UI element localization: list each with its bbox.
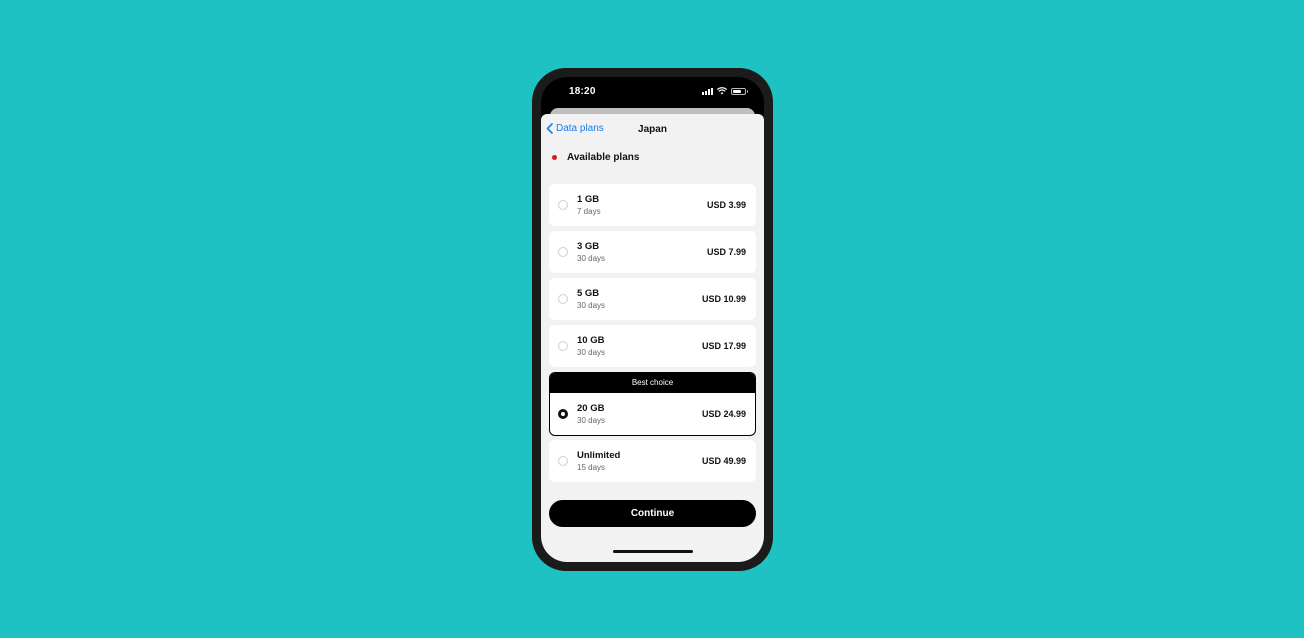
plans-sheet: Data plans Japan Available plans 1 GB 7 … (541, 114, 764, 562)
plan-duration: 30 days (577, 301, 606, 310)
plan-name: 5 GB (577, 288, 600, 299)
radio-button[interactable] (558, 294, 568, 304)
plan-price: USD 49.99 (701, 456, 746, 466)
plan-option-5gb[interactable]: 5 GB 30 days USD 10.99 (549, 278, 756, 320)
signal-icon (702, 87, 713, 95)
plan-duration: 7 days (577, 207, 601, 216)
plan-option-20gb-best-choice[interactable]: Best choice 20 GB 30 days USD 24.99 (549, 372, 756, 436)
continue-button[interactable]: Continue (549, 500, 756, 527)
radio-button[interactable] (558, 200, 568, 210)
radio-button[interactable] (558, 341, 568, 351)
plan-option-3gb[interactable]: 3 GB 30 days USD 7.99 (549, 231, 756, 273)
status-icons (702, 87, 748, 95)
red-dot-icon (552, 155, 557, 160)
plan-duration: 30 days (577, 348, 606, 357)
battery-icon (731, 87, 748, 95)
section-header: Available plans (552, 152, 639, 163)
plan-price: USD 7.99 (706, 247, 746, 257)
phone-frame: 18:20 Data plans Japan Available plans 1… (532, 68, 773, 571)
plan-option-1gb[interactable]: 1 GB 7 days USD 3.99 (549, 184, 756, 226)
nav-bar: Data plans Japan (541, 123, 764, 141)
radio-button[interactable] (558, 247, 568, 257)
plan-price: USD 3.99 (706, 200, 746, 210)
plan-name: Unlimited (577, 450, 621, 461)
plan-duration: 30 days (577, 416, 606, 425)
plan-name: 1 GB (577, 194, 600, 205)
plan-price: USD 24.99 (701, 409, 746, 419)
plan-option-10gb[interactable]: 10 GB 30 days USD 17.99 (549, 325, 756, 367)
wifi-icon (717, 87, 727, 95)
plan-name: 20 GB (577, 403, 605, 414)
phone-screen: 18:20 Data plans Japan Available plans 1… (541, 77, 764, 562)
best-choice-badge: Best choice (550, 373, 755, 393)
home-indicator[interactable] (613, 550, 693, 553)
page-title: Japan (638, 124, 667, 135)
plan-option-unlimited[interactable]: Unlimited 15 days USD 49.99 (549, 440, 756, 482)
plan-name: 3 GB (577, 241, 600, 252)
radio-button[interactable] (558, 456, 568, 466)
plan-duration: 30 days (577, 254, 606, 263)
status-bar: 18:20 (541, 77, 764, 107)
plan-price: USD 17.99 (701, 341, 746, 351)
section-title: Available plans (567, 152, 640, 163)
plan-name: 10 GB (577, 335, 605, 346)
status-time: 18:20 (569, 86, 596, 97)
plan-duration: 15 days (577, 463, 606, 472)
plan-price: USD 10.99 (701, 294, 746, 304)
radio-button-selected[interactable] (558, 409, 568, 419)
